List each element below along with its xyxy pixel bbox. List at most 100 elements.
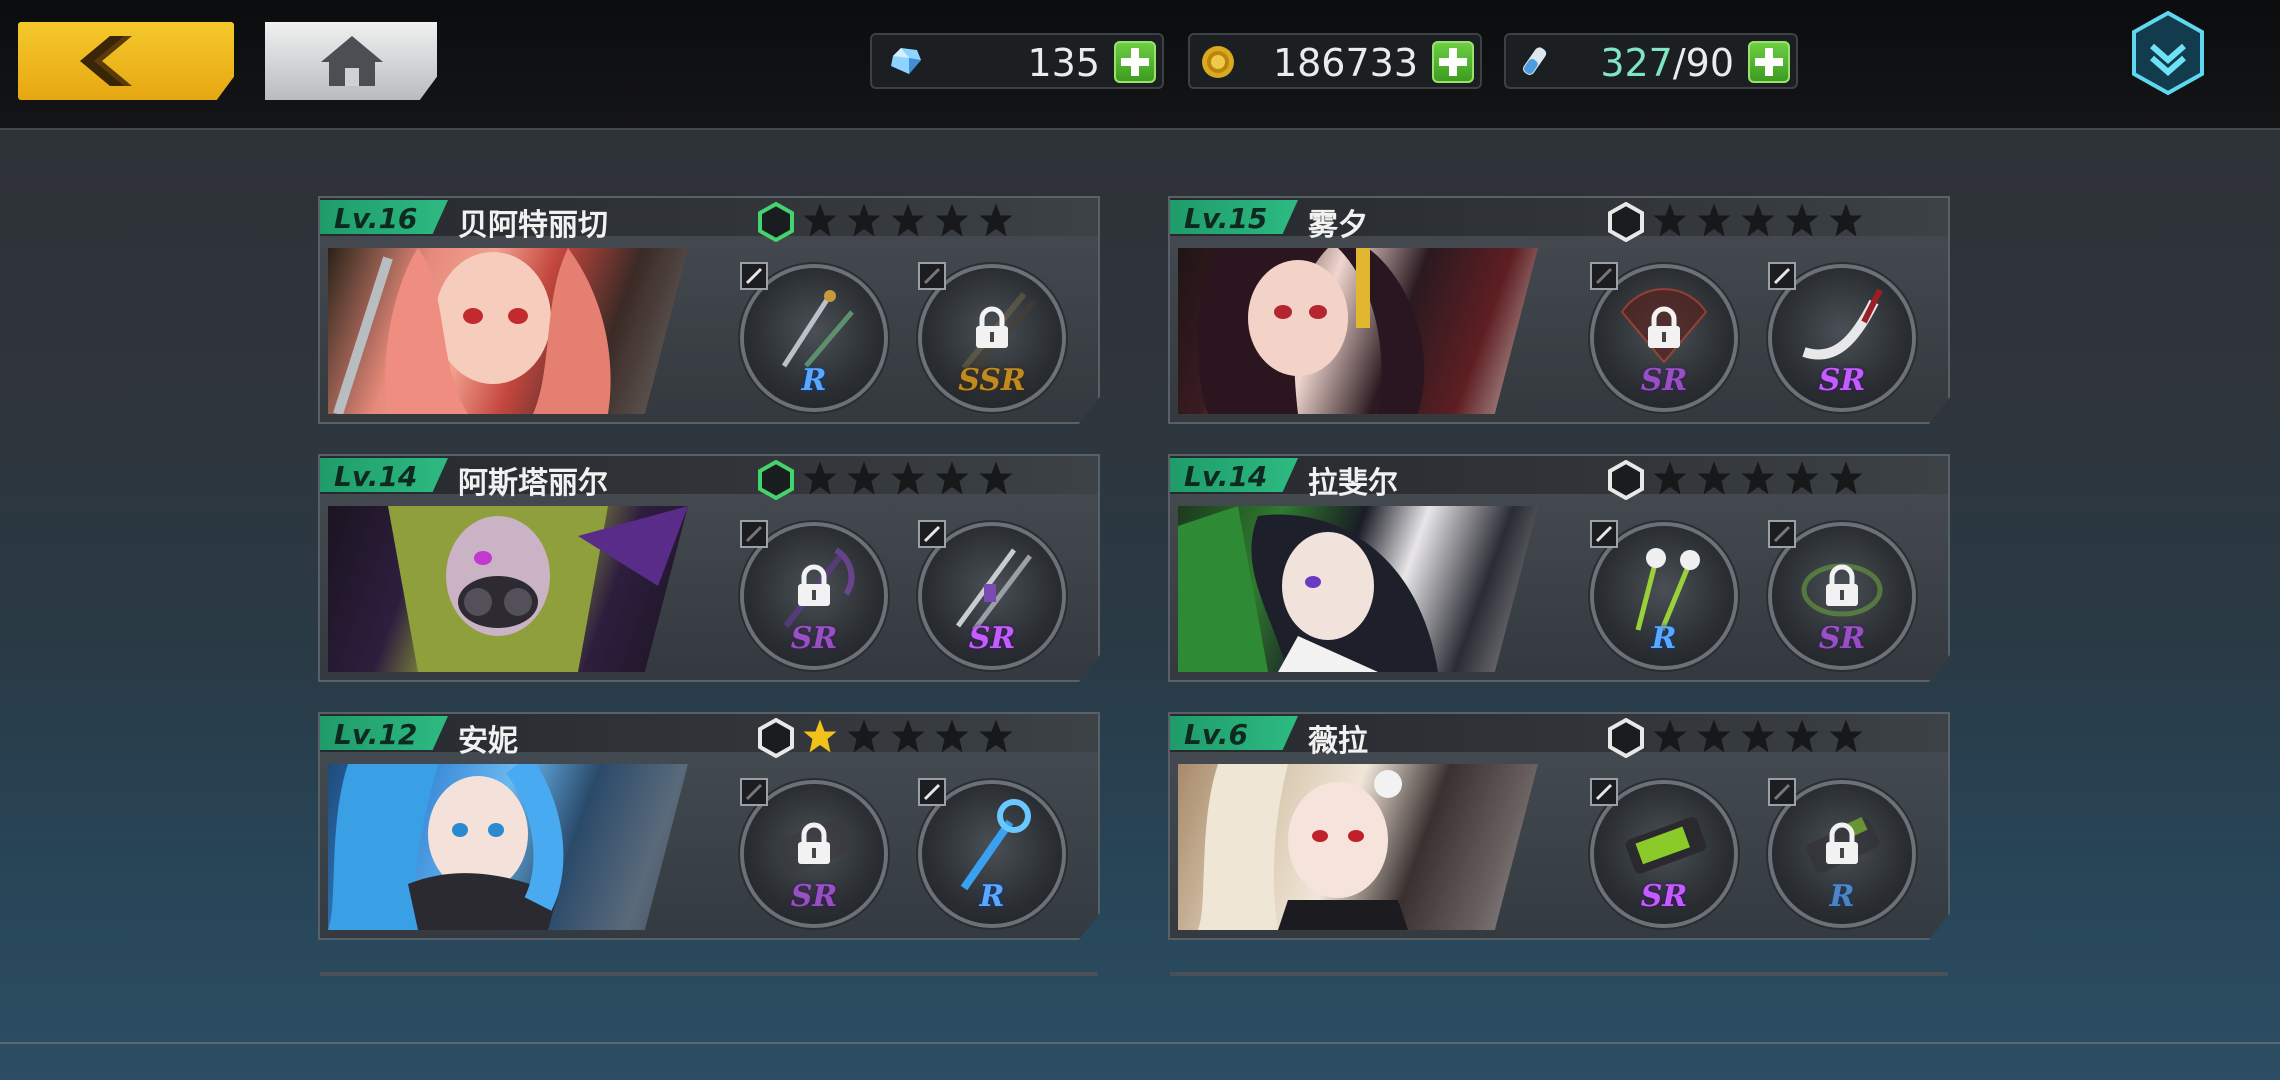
awaken-hexagon-icon [1608,718,1644,758]
gem-count: 135 [1027,41,1100,85]
character-card[interactable]: Lv.6 薇拉 SR R [1168,712,1950,940]
character-name: 贝阿特丽切 [458,208,608,243]
rarity-label: SR [1818,621,1866,656]
lock-icon [798,564,830,606]
character-name: 薇拉 [1308,724,1368,759]
back-button[interactable] [18,22,234,100]
edit-icon[interactable] [918,778,946,806]
weapon-slot[interactable]: SR [1590,262,1734,408]
edit-icon[interactable] [740,778,768,806]
stamina-count: 327/90 [1600,41,1734,85]
weapon-slot[interactable]: R [1590,520,1734,666]
star-empty-icon [1829,461,1863,495]
edit-icon[interactable] [918,520,946,548]
stamina-counter: 327/90 [1504,33,1798,89]
lock-icon [1826,564,1858,606]
star-rating [802,202,1014,238]
edit-icon[interactable] [1768,262,1796,290]
character-portrait[interactable] [1178,506,1538,672]
gold-count: 186733 [1272,41,1418,85]
weapon-slot[interactable]: SR [918,520,1062,666]
edit-icon[interactable] [1768,520,1796,548]
rarity-label: SR [1640,363,1688,398]
rarity-label: R [1829,879,1855,914]
rarity-label: R [1651,621,1677,656]
lock-icon [798,822,830,864]
character-artwork [333,248,611,414]
star-empty-icon [803,461,837,495]
weapon-slot[interactable]: SSR [918,262,1062,408]
star-rating [802,460,1014,496]
dropdown-menu-button[interactable] [2128,10,2208,96]
level-badge: Lv.15 [1170,200,1298,234]
character-card[interactable]: Lv.14 阿斯塔丽尔 SR SR [318,454,1100,682]
star-empty-icon [891,719,925,753]
star-empty-icon [1653,461,1687,495]
character-name: 雾夕 [1308,208,1368,243]
character-card[interactable]: Lv.15 雾夕 SR SR [1168,196,1950,424]
edit-icon[interactable] [740,520,768,548]
star-empty-icon [891,461,925,495]
star-empty-icon [1741,461,1775,495]
character-name: 阿斯塔丽尔 [458,466,608,501]
character-portrait[interactable] [328,764,688,930]
weapon-slot[interactable]: SR [740,778,884,924]
top-bar: 135 186733 327/90 [0,0,2280,130]
bottom-divider [0,1042,2280,1044]
character-artwork [388,506,688,672]
awaken-hexagon-icon [758,460,794,500]
character-artwork [1178,506,1438,672]
edit-icon[interactable] [1590,262,1618,290]
weapon-slot[interactable]: SR [740,520,884,666]
gem-icon [891,48,921,74]
star-empty-icon [1741,719,1775,753]
rarity-label: SR [790,621,838,656]
home-button[interactable] [265,22,437,100]
character-portrait[interactable] [328,506,688,672]
stamina-vial-icon [1523,47,1547,75]
rarity-label: R [801,363,827,398]
character-card[interactable]: Lv.16 贝阿特丽切 R SSR [318,196,1100,424]
star-empty-icon [1741,203,1775,237]
level-badge: Lv.16 [320,200,448,234]
star-empty-icon [935,719,969,753]
add-gems-button[interactable] [1114,41,1156,83]
weapon-slot[interactable]: SR [1768,262,1912,408]
weapon-slot[interactable]: R [1768,778,1912,924]
weapon-slot[interactable]: R [918,778,1062,924]
weapon-slot[interactable]: R [740,262,884,408]
star-empty-icon [1829,719,1863,753]
star-empty-icon [1653,203,1687,237]
character-card[interactable]: Lv.12 安妮 SR R [318,712,1100,940]
character-portrait[interactable] [328,248,688,414]
rarity-label: R [979,879,1005,914]
edit-icon[interactable] [740,262,768,290]
level-badge: Lv.14 [320,458,448,492]
character-portrait[interactable] [1178,764,1538,930]
star-empty-icon [935,461,969,495]
character-name: 安妮 [458,724,518,759]
level-badge: Lv.6 [1170,716,1298,750]
edit-icon[interactable] [1590,520,1618,548]
character-portrait[interactable] [1178,248,1538,414]
star-rating [1652,718,1864,754]
star-empty-icon [1697,461,1731,495]
star-empty-icon [979,203,1013,237]
add-stamina-button[interactable] [1748,41,1790,83]
star-filled-icon [803,719,837,753]
weapon-slot[interactable]: SR [1768,520,1912,666]
edit-icon[interactable] [1590,778,1618,806]
edit-icon[interactable] [918,262,946,290]
edit-icon[interactable] [1768,778,1796,806]
star-empty-icon [1697,203,1731,237]
character-artwork [328,764,564,930]
add-gold-button[interactable] [1432,41,1474,83]
star-empty-icon [803,203,837,237]
weapon-slot[interactable]: SR [1590,778,1734,924]
character-card[interactable]: Lv.14 拉斐尔 R SR [1168,454,1950,682]
gem-counter: 135 [870,33,1164,89]
star-empty-icon [1785,719,1819,753]
lock-icon [976,306,1008,348]
star-empty-icon [847,203,881,237]
star-empty-icon [891,203,925,237]
